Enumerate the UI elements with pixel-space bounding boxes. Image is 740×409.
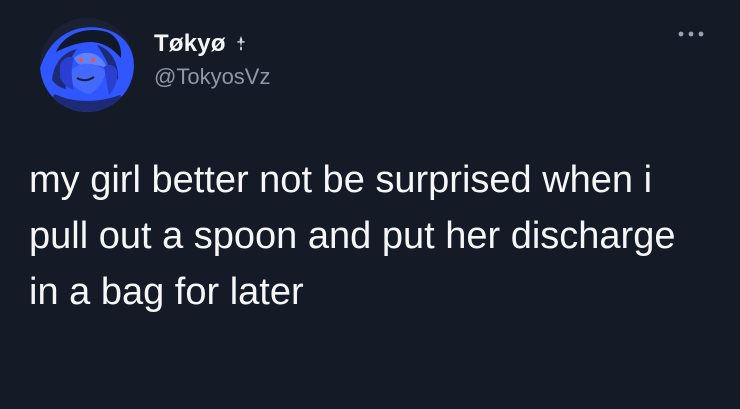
avatar[interactable]	[40, 18, 134, 112]
handle[interactable]: @TokyosVz	[154, 64, 270, 90]
tweet-line-1: my girl better not be surprised when i	[29, 159, 653, 201]
tweet-card: Tøkyø @TokyosVz my girl better not be su…	[0, 0, 740, 409]
tweet-line-3: in a bag for later	[29, 271, 304, 313]
display-name-row[interactable]: Tøkyø	[154, 30, 248, 58]
more-icon[interactable]	[676, 27, 706, 41]
dagger-icon	[236, 36, 245, 51]
tweet-text: my girl better not be surprised when i p…	[29, 152, 719, 320]
tweet-line-2: pull out a spoon and put her discharge	[29, 215, 676, 257]
display-name[interactable]: Tøkyø	[154, 30, 226, 58]
anime-avatar-icon	[40, 18, 134, 112]
